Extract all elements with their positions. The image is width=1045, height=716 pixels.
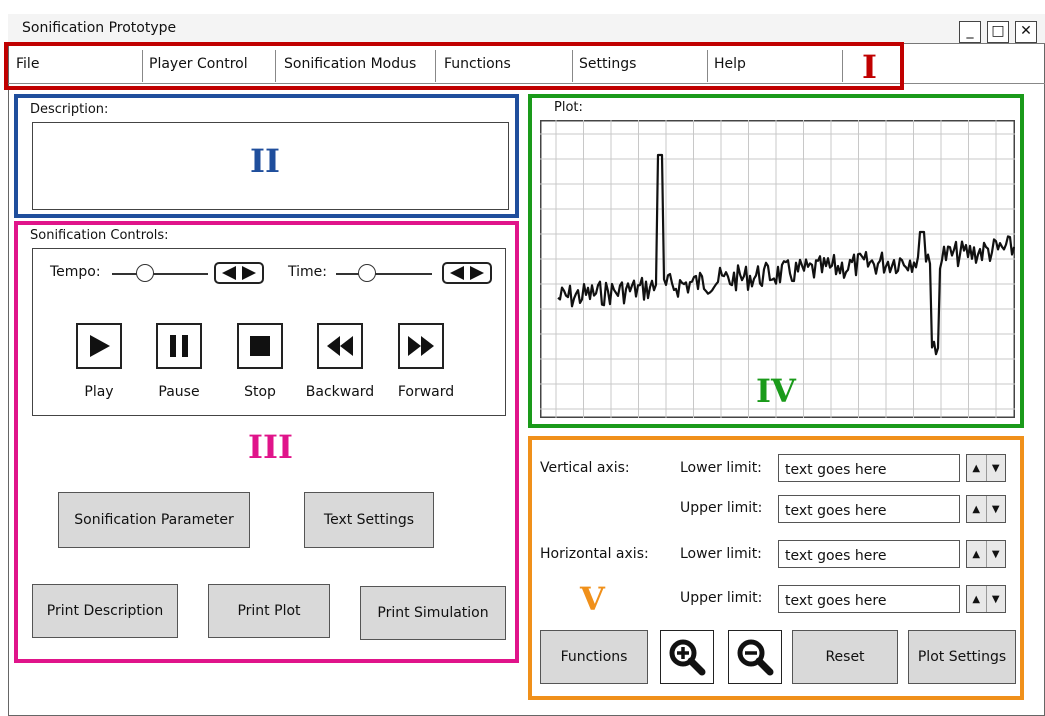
- time-label: Time:: [288, 264, 327, 280]
- region-II-marker: II: [250, 142, 280, 180]
- zoom-out-button[interactable]: [728, 630, 782, 684]
- vertical-upper-input[interactable]: text goes here: [778, 495, 960, 523]
- down-arrow-icon[interactable]: ▼: [985, 496, 1006, 522]
- close-button[interactable]: ✕: [1015, 21, 1037, 43]
- vertical-lower-label: Lower limit:: [680, 460, 762, 476]
- time-stepper[interactable]: [442, 262, 492, 284]
- zoom-in-button[interactable]: [660, 630, 714, 684]
- tempo-label: Tempo:: [50, 264, 101, 280]
- horizontal-lower-input[interactable]: text goes here: [778, 540, 960, 568]
- horizontal-upper-stepper[interactable]: ▲ ▼: [966, 585, 1006, 613]
- pause-caption: Pause: [158, 384, 200, 400]
- pause-button[interactable]: [156, 323, 202, 369]
- stop-icon: [250, 336, 270, 356]
- region-I-marker: I: [862, 48, 877, 86]
- region-IV-marker: IV: [756, 372, 796, 410]
- vertical-axis-label: Vertical axis:: [540, 460, 630, 476]
- minimize-button[interactable]: _: [959, 21, 981, 43]
- up-arrow-icon[interactable]: ▲: [967, 541, 986, 567]
- horizontal-lower-label: Lower limit:: [680, 546, 762, 562]
- arrow-left-right-icon: [222, 266, 256, 280]
- plot-settings-button[interactable]: Plot Settings: [908, 630, 1016, 684]
- reset-button[interactable]: Reset: [792, 630, 898, 684]
- up-arrow-icon[interactable]: ▲: [967, 586, 986, 612]
- maximize-button[interactable]: □: [987, 21, 1009, 43]
- horizontal-lower-stepper[interactable]: ▲ ▼: [966, 540, 1006, 568]
- vertical-lower-stepper[interactable]: ▲ ▼: [966, 454, 1006, 482]
- zoom-in-icon: [669, 639, 706, 676]
- horizontal-upper-label: Upper limit:: [680, 590, 763, 606]
- up-arrow-icon[interactable]: ▲: [967, 496, 986, 522]
- forward-caption: Forward: [397, 384, 455, 400]
- down-arrow-icon[interactable]: ▼: [985, 541, 1006, 567]
- horizontal-upper-input[interactable]: text goes here: [778, 585, 960, 613]
- zoom-out-icon: [737, 639, 774, 676]
- plot-label: Plot:: [554, 100, 583, 115]
- region-V-marker: V: [580, 580, 605, 618]
- backward-button[interactable]: [317, 323, 363, 369]
- region-III-marker: III: [248, 428, 293, 466]
- fast-forward-icon: [408, 336, 434, 356]
- rewind-icon: [327, 336, 353, 356]
- vertical-upper-stepper[interactable]: ▲ ▼: [966, 495, 1006, 523]
- time-slider-knob[interactable]: [358, 264, 376, 282]
- play-icon: [90, 335, 110, 357]
- tempo-slider-knob[interactable]: [136, 264, 154, 282]
- arrow-left-right-icon: [450, 266, 484, 280]
- print-simulation-button[interactable]: Print Simulation: [360, 586, 506, 640]
- print-description-button[interactable]: Print Description: [32, 584, 178, 638]
- down-arrow-icon[interactable]: ▼: [985, 586, 1006, 612]
- play-caption: Play: [84, 384, 114, 400]
- forward-button[interactable]: [398, 323, 444, 369]
- play-button[interactable]: [76, 323, 122, 369]
- region-I-outline: [4, 42, 904, 90]
- horizontal-axis-label: Horizontal axis:: [540, 546, 649, 562]
- stop-caption: Stop: [244, 384, 276, 400]
- stop-button[interactable]: [237, 323, 283, 369]
- down-arrow-icon[interactable]: ▼: [985, 455, 1006, 481]
- tempo-stepper[interactable]: [214, 262, 264, 284]
- sonification-controls-label: Sonification Controls:: [30, 228, 169, 243]
- backward-caption: Backward: [305, 384, 375, 400]
- functions-button[interactable]: Functions: [540, 630, 648, 684]
- vertical-lower-input[interactable]: text goes here: [778, 454, 960, 482]
- text-settings-button[interactable]: Text Settings: [304, 492, 434, 548]
- print-plot-button[interactable]: Print Plot: [208, 584, 330, 638]
- up-arrow-icon[interactable]: ▲: [967, 455, 986, 481]
- sonification-parameter-button[interactable]: Sonification Parameter: [58, 492, 250, 548]
- window-title: Sonification Prototype: [22, 20, 177, 36]
- time-slider-track[interactable]: [336, 273, 432, 275]
- pause-icon: [170, 335, 188, 357]
- vertical-upper-label: Upper limit:: [680, 500, 763, 516]
- tempo-slider-track[interactable]: [112, 273, 208, 275]
- description-label: Description:: [30, 102, 109, 117]
